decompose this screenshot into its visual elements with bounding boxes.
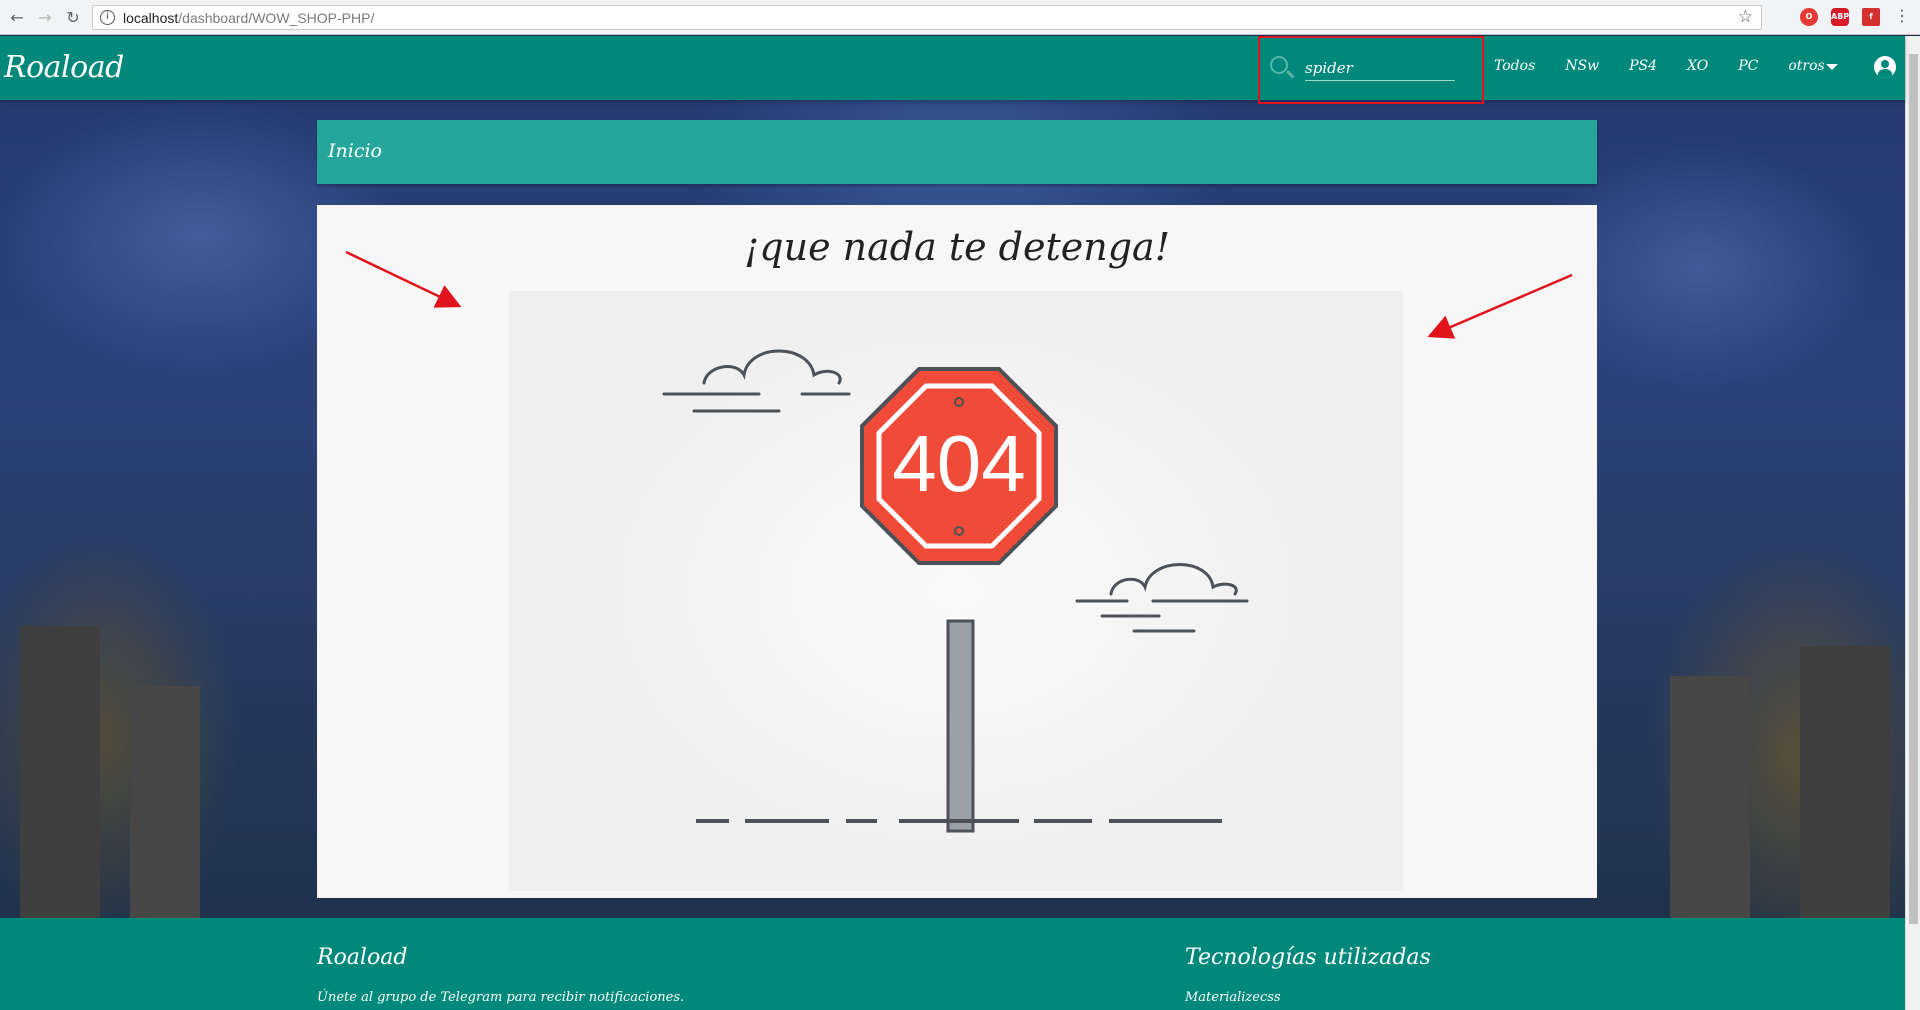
- footer-right-text[interactable]: Materializecss: [1185, 990, 1281, 1005]
- footer-left-text: Únete al grupo de Telegram para recibir …: [317, 990, 685, 1005]
- footer: Roaload Únete al grupo de Telegram para …: [0, 918, 1905, 1010]
- arrow-left: [345, 250, 462, 308]
- footer-left-title: Roaload: [317, 945, 408, 970]
- footer-right-title: Tecnologías utilizadas: [1185, 945, 1431, 970]
- annotation-arrows: [345, 250, 1573, 339]
- arrow-right: [1427, 273, 1573, 339]
